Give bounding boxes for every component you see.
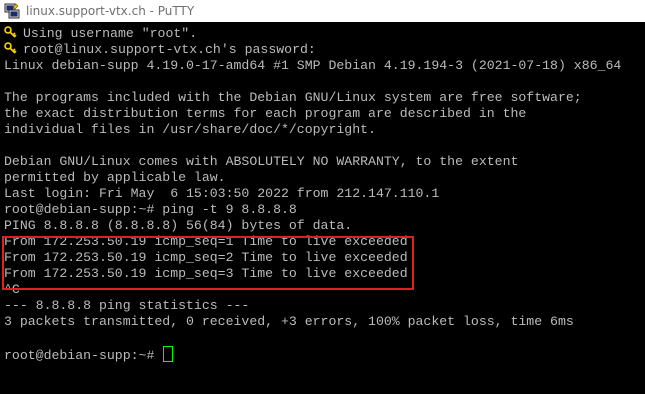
window-title: linux.support-vtx.ch - PuTTY [26, 4, 195, 18]
key-icon [4, 42, 17, 54]
terminal-line: root@debian-supp:~# ping -t 9 8.8.8.8 [4, 202, 297, 217]
terminal-line: Last login: Fri May 6 15:03:50 2022 from… [4, 186, 440, 201]
terminal-line: PING 8.8.8.8 (8.8.8.8) 56(84) bytes of d… [4, 218, 353, 233]
text-cursor [163, 346, 174, 362]
terminal-line: individual files in /usr/share/doc/*/cop… [4, 122, 376, 137]
line-text: Using username "root". [23, 26, 198, 41]
putty-app-icon[interactable] [4, 3, 20, 19]
terminal-line: permitted by applicable law. [4, 170, 226, 185]
line-text: root@linux.support-vtx.ch's password: [23, 42, 316, 57]
highlight-box [2, 236, 414, 290]
title-bar[interactable]: linux.support-vtx.ch - PuTTY [0, 0, 645, 22]
terminal-line: The programs included with the Debian GN… [4, 90, 582, 105]
putty-window: linux.support-vtx.ch - PuTTY Using usern… [0, 0, 645, 394]
key-icon [4, 26, 17, 38]
terminal-line: 3 packets transmitted, 0 received, +3 er… [4, 314, 574, 329]
terminal-line: Debian GNU/Linux comes with ABSOLUTELY N… [4, 154, 519, 169]
terminal-line: --- 8.8.8.8 ping statistics --- [4, 298, 250, 313]
terminal-line: root@linux.support-vtx.ch's password: [4, 42, 316, 58]
terminal-line: Linux debian-supp 4.19.0-17-amd64 #1 SMP… [4, 58, 622, 73]
prompt-text: root@debian-supp:~# [4, 348, 163, 363]
terminal-line: the exact distribution terms for each pr… [4, 106, 527, 121]
terminal-prompt-line[interactable]: root@debian-supp:~# [4, 346, 174, 363]
terminal-screen[interactable]: Using username "root". root@linux.suppor… [0, 22, 645, 394]
terminal-line: Using username "root". [4, 26, 197, 42]
